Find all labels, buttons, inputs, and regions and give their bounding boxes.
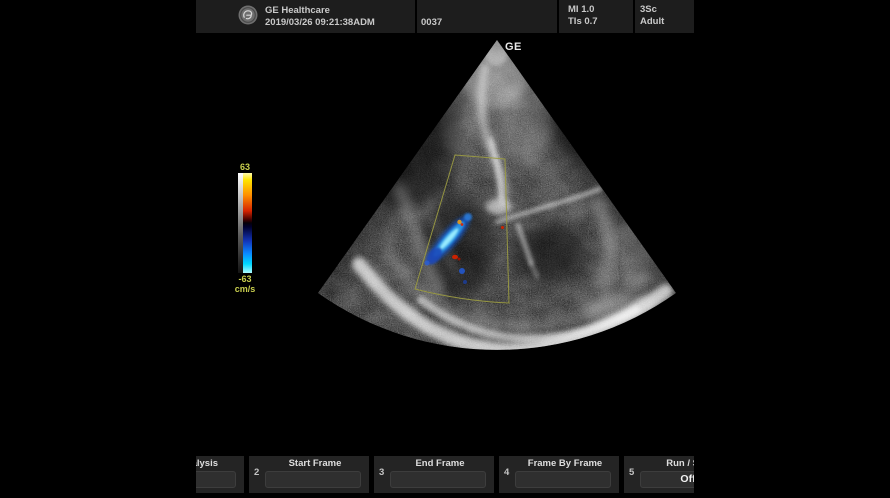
colorbar-max-label: 63 [232, 162, 258, 172]
softkey-value-button[interactable]: Off [640, 471, 694, 488]
softkey-number: 4 [504, 467, 509, 478]
softkey-number: 2 [254, 467, 259, 478]
softkey-label: Frame By Frame [513, 458, 617, 469]
reverse-flow-spot [452, 255, 458, 259]
ge-watermark: GE [505, 41, 522, 53]
softkey-label: End Frame [388, 458, 492, 469]
softkey-value-button[interactable] [390, 471, 486, 488]
softkey-number: 3 [379, 467, 384, 478]
display-area: GE Healthcare 2019/03/26 09:21:38ADM 003… [196, 0, 694, 498]
colorbar-unit: cm/s [232, 284, 258, 294]
colorbar-min-label: -63 [232, 274, 258, 284]
colorbar-scale [238, 173, 252, 273]
softkey-bar: Analysis 2 Start Frame 3 End Frame 4 Fra… [196, 456, 694, 493]
velocity-color-strip [243, 173, 252, 273]
softkey-value-button[interactable] [196, 471, 236, 488]
softkey-label: Run / Stop [638, 458, 694, 469]
sector-fan [196, 30, 694, 360]
softkey-label: Start Frame [263, 458, 367, 469]
softkey-value-button[interactable] [515, 471, 611, 488]
softkey-number: 5 [629, 467, 634, 478]
ultrasound-image [196, 0, 694, 498]
ultrasound-system-screen: GE Healthcare 2019/03/26 09:21:38ADM 003… [0, 0, 890, 498]
softkey-value-button[interactable] [265, 471, 361, 488]
softkey-label: Analysis [196, 458, 218, 469]
softkey-run-stop[interactable]: 5 Run / Stop Off [624, 456, 694, 493]
doppler-colorbar: 63 -63 cm/s [232, 162, 258, 294]
softkey-frame-by-frame[interactable]: 4 Frame By Frame [499, 456, 619, 493]
softkey-start-frame[interactable]: 2 Start Frame [249, 456, 369, 493]
softkey-end-frame[interactable]: 3 End Frame [374, 456, 494, 493]
softkey-analysis[interactable]: Analysis [196, 456, 244, 493]
